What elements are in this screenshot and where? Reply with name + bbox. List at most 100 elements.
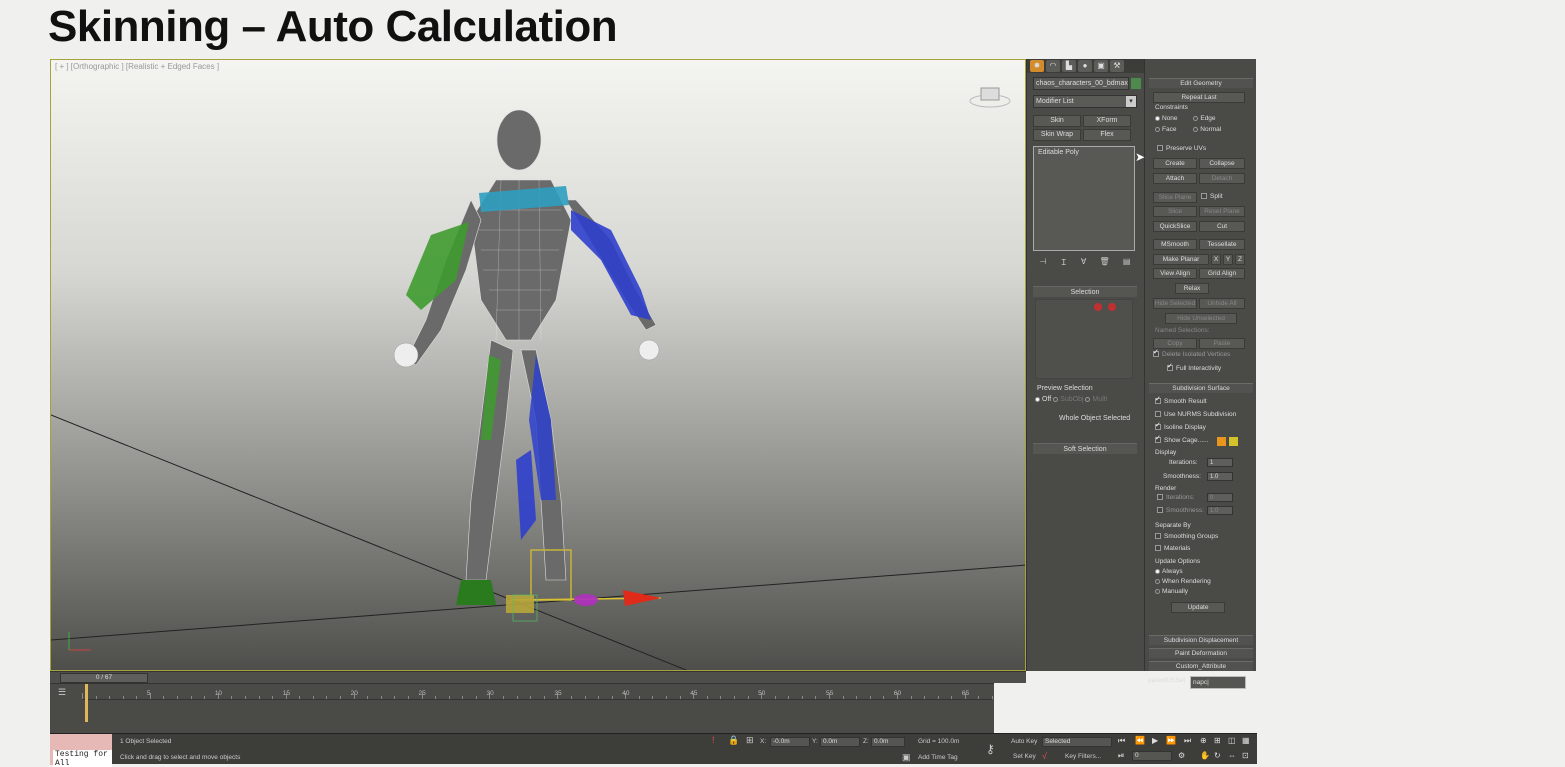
delete-isolated-checkbox[interactable] [1153, 348, 1159, 358]
create-tab-icon[interactable]: ✸ [1030, 60, 1044, 72]
trackbar[interactable]: ☰ 5 10 15 20 25 30 35 40 45 50 55 60 65 [50, 683, 994, 735]
key-set-dropdown[interactable]: Selected [1042, 737, 1112, 747]
when-rendering-radio[interactable] [1155, 578, 1160, 584]
render-iterations-spinner[interactable]: 0 [1207, 493, 1233, 502]
preview-off-radio[interactable] [1035, 396, 1040, 402]
set-key-mode-icon[interactable]: √ [1042, 751, 1047, 761]
constraint-face-radio[interactable] [1155, 126, 1160, 132]
skin-wrap-button[interactable]: Skin Wrap [1033, 129, 1081, 141]
selection-rollout-header[interactable]: Selection [1033, 286, 1137, 297]
slice-plane-button[interactable]: Slice Plane [1153, 192, 1197, 203]
pan-view-icon[interactable]: ✋ [1200, 751, 1210, 760]
show-cage-checkbox[interactable] [1155, 434, 1161, 444]
split-checkbox[interactable] [1201, 193, 1207, 200]
make-unique-icon[interactable]: ∀ [1081, 257, 1086, 271]
make-planar-button[interactable]: Make Planar [1153, 254, 1209, 265]
maximize-viewport-icon[interactable]: ▦ [1242, 736, 1250, 745]
perspective-viewport[interactable]: [ + ] [Orthographic ] [Realistic + Edged… [50, 59, 1026, 671]
x-coordinate-field[interactable]: -0.0m [770, 737, 810, 747]
current-frame-marker[interactable] [85, 684, 88, 722]
motion-tab-icon[interactable]: ● [1078, 60, 1092, 72]
collapse-button[interactable]: Collapse [1199, 158, 1245, 169]
remove-modifier-icon[interactable]: 🗑 [1100, 257, 1110, 271]
relax-button[interactable]: Relax [1175, 283, 1209, 294]
go-to-start-icon[interactable]: ⏮ [1118, 736, 1125, 746]
y-align-button[interactable]: Y [1223, 254, 1233, 265]
current-frame-field[interactable]: 0 [1132, 751, 1172, 761]
attach-button[interactable]: Attach [1153, 173, 1197, 184]
stack-item-editable-poly[interactable]: Editable Poly [1034, 147, 1134, 158]
preserve-uvs-checkbox[interactable] [1157, 145, 1163, 152]
time-slider[interactable]: 0 / 67 [50, 671, 1026, 683]
field-of-view-icon[interactable]: ◫ [1228, 736, 1236, 745]
subdivision-displacement-header[interactable]: Subdivision Displacement [1149, 635, 1253, 645]
render-iterations-checkbox[interactable] [1157, 494, 1163, 501]
min-max-toggle-icon[interactable]: ⊡ [1242, 751, 1249, 760]
isoline-display-checkbox[interactable] [1155, 421, 1161, 431]
next-frame-icon[interactable]: ⏩ [1166, 736, 1176, 745]
constraint-edge-radio[interactable] [1193, 115, 1199, 121]
go-to-end-icon[interactable]: ⏭ [1184, 736, 1191, 746]
render-smoothness-checkbox[interactable] [1157, 507, 1163, 514]
zoom-extents-icon[interactable]: ⊕ [1200, 736, 1207, 745]
manually-radio[interactable] [1155, 588, 1160, 594]
set-key-button[interactable]: Set Key [1013, 753, 1036, 760]
absolute-mode-icon[interactable]: ⊞ [746, 735, 754, 746]
tessellate-button[interactable]: Tessellate [1199, 239, 1245, 250]
lock-selection-icon[interactable]: 🔒 [728, 735, 739, 746]
viewcube[interactable] [969, 82, 1011, 108]
chevron-down-icon[interactable]: ▾ [1126, 96, 1136, 107]
display-smoothness-spinner[interactable]: 1.0 [1207, 472, 1233, 481]
key-mode-icon[interactable]: ⏯ [1118, 751, 1124, 761]
time-configuration-icon[interactable]: ⚙ [1178, 751, 1185, 760]
show-end-result-icon[interactable]: Ｉ [1060, 257, 1068, 271]
time-tag-icon[interactable]: ▣ [902, 752, 911, 763]
cage-color-swatch[interactable] [1217, 437, 1226, 446]
full-interactivity-checkbox[interactable] [1167, 362, 1173, 372]
preview-subobj-radio[interactable] [1053, 396, 1059, 402]
grid-align-button[interactable]: Grid Align [1199, 268, 1245, 279]
selection-level-icon[interactable] [1094, 303, 1102, 311]
auto-key-button[interactable]: Auto Key [1011, 738, 1037, 745]
hierarchy-tab-icon[interactable]: ▙ [1062, 60, 1076, 72]
preview-multi-radio[interactable] [1085, 396, 1091, 402]
materials-checkbox[interactable] [1155, 545, 1161, 552]
reset-plane-button[interactable]: Reset Plane [1199, 206, 1245, 217]
flex-button[interactable]: Flex [1083, 129, 1131, 141]
paste-button[interactable]: Paste [1199, 338, 1245, 349]
object-name-field[interactable]: chaos_characters_00_bdmax [1033, 77, 1129, 90]
custom-attribute-header[interactable]: Custom_Attribute [1149, 661, 1253, 671]
edit-geometry-header[interactable]: Edit Geometry [1149, 78, 1253, 88]
y-coordinate-field[interactable]: 0.0m [820, 737, 860, 747]
constraint-none-radio[interactable] [1155, 115, 1160, 121]
render-smoothness-spinner[interactable]: 1.0 [1207, 506, 1233, 515]
hide-unselected-button[interactable]: Hide Unselected [1165, 313, 1237, 324]
play-icon[interactable]: ▶ [1152, 736, 1158, 745]
key-icon[interactable]: ⚷ [986, 742, 995, 756]
modifier-list-dropdown[interactable]: Modifier List ▾ [1033, 95, 1137, 108]
subdivision-surface-header[interactable]: Subdivision Surface [1149, 383, 1253, 393]
smoothing-groups-checkbox[interactable] [1155, 533, 1161, 540]
z-coordinate-field[interactable]: 0.0m [871, 737, 905, 747]
object-color-swatch[interactable] [1131, 78, 1141, 89]
xform-button[interactable]: XForm [1083, 115, 1131, 127]
paint-deformation-header[interactable]: Paint Deformation [1149, 648, 1253, 658]
constraint-normal-radio[interactable] [1193, 126, 1199, 132]
detach-button[interactable]: Detach [1199, 173, 1245, 184]
orbit-icon[interactable]: ↻ [1214, 751, 1221, 760]
previous-frame-icon[interactable]: ⏪ [1135, 736, 1145, 745]
z-align-button[interactable]: Z [1235, 254, 1245, 265]
quickslice-button[interactable]: QuickSlice [1153, 221, 1197, 232]
copy-button[interactable]: Copy [1153, 338, 1197, 349]
isolate-selection-icon[interactable]: ! [712, 735, 715, 745]
utilities-tab-icon[interactable]: ⚒ [1110, 60, 1124, 72]
always-radio[interactable] [1155, 568, 1160, 574]
add-time-tag[interactable]: Add Time Tag [918, 754, 958, 761]
update-button[interactable]: Update [1171, 602, 1225, 613]
time-slider-thumb[interactable]: 0 / 67 [60, 673, 148, 683]
slice-button[interactable]: Slice [1153, 206, 1197, 217]
repeat-last-button[interactable]: Repeat Last [1153, 92, 1245, 103]
maxscript-listener[interactable]: Testing for All [50, 734, 112, 767]
modify-tab-icon[interactable]: ◠ [1046, 60, 1060, 72]
custom-attribute-field[interactable]: napc| [1190, 676, 1246, 689]
